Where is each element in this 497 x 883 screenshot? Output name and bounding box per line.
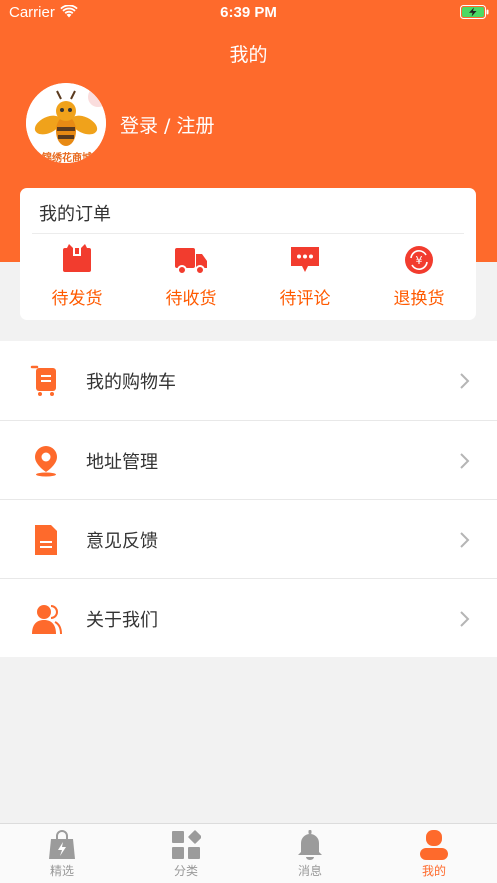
chevron-right-icon [460, 373, 470, 389]
tab-featured[interactable]: 精选 [0, 824, 124, 883]
order-returns[interactable]: ¥ 退换货 [362, 242, 476, 312]
battery-charging-icon [460, 5, 489, 19]
document-icon [35, 525, 57, 555]
avatar-caption: 锦绣花商城 [42, 153, 92, 163]
grid-icon [172, 830, 201, 859]
tab-label: 消息 [297, 864, 322, 878]
people-icon [32, 605, 62, 635]
tab-categories[interactable]: 分类 [124, 824, 248, 883]
tab-messages[interactable]: 消息 [248, 824, 372, 883]
menu-item-label: 关于我们 [86, 610, 158, 631]
tab-bar: 精选 分类 消息 我的 [0, 823, 497, 883]
package-icon [63, 244, 91, 272]
truck-icon [175, 248, 207, 275]
chevron-right-icon [460, 611, 470, 627]
tab-label: 我的 [421, 864, 446, 878]
location-icon [35, 446, 57, 477]
comment-icon [291, 247, 319, 272]
bell-icon [298, 830, 322, 860]
chevron-right-icon [460, 532, 470, 548]
shopping-bag-icon [49, 830, 75, 859]
orders-divider [32, 233, 464, 234]
clock: 6:39 PM [220, 4, 277, 21]
order-pending-review[interactable]: 待评论 [248, 242, 362, 312]
refund-icon: ¥ [405, 246, 433, 274]
menu-item-feedback[interactable]: 意见反馈 [0, 499, 497, 578]
login-register-link[interactable]: 登录 / 注册 [120, 111, 214, 138]
order-label: 退换货 [393, 289, 445, 309]
order-label: 待评论 [279, 289, 331, 309]
menu-item-label: 我的购物车 [86, 372, 176, 393]
menu-item-label: 意见反馈 [86, 531, 158, 552]
avatar[interactable]: 锦绣花商城 [26, 83, 106, 163]
orders-card: 我的订单 待发货 待收货 待评论 ¥ 退换货 [20, 188, 476, 320]
cart-icon [30, 365, 56, 396]
order-pending-receipt[interactable]: 待收货 [134, 242, 248, 312]
status-bar: Carrier 6:39 PM [0, 0, 497, 26]
user-icon [420, 830, 448, 860]
orders-title: 我的订单 [39, 204, 111, 225]
menu-item-label: 地址管理 [86, 452, 158, 473]
svg-text:¥: ¥ [416, 254, 423, 267]
menu-item-about[interactable]: 关于我们 [0, 578, 497, 657]
order-pending-shipment[interactable]: 待发货 [20, 242, 134, 312]
tab-mine[interactable]: 我的 [372, 824, 496, 883]
tab-label: 精选 [49, 864, 74, 878]
order-label: 待发货 [51, 289, 103, 309]
menu-item-cart[interactable]: 我的购物车 [0, 341, 497, 420]
tab-label: 分类 [173, 864, 198, 878]
chevron-right-icon [460, 453, 470, 469]
menu-list: 我的购物车 地址管理 意见反馈 关于我们 [0, 341, 497, 657]
menu-item-address[interactable]: 地址管理 [0, 420, 497, 499]
page-title: 我的 [229, 44, 268, 66]
order-label: 待收货 [165, 289, 217, 309]
